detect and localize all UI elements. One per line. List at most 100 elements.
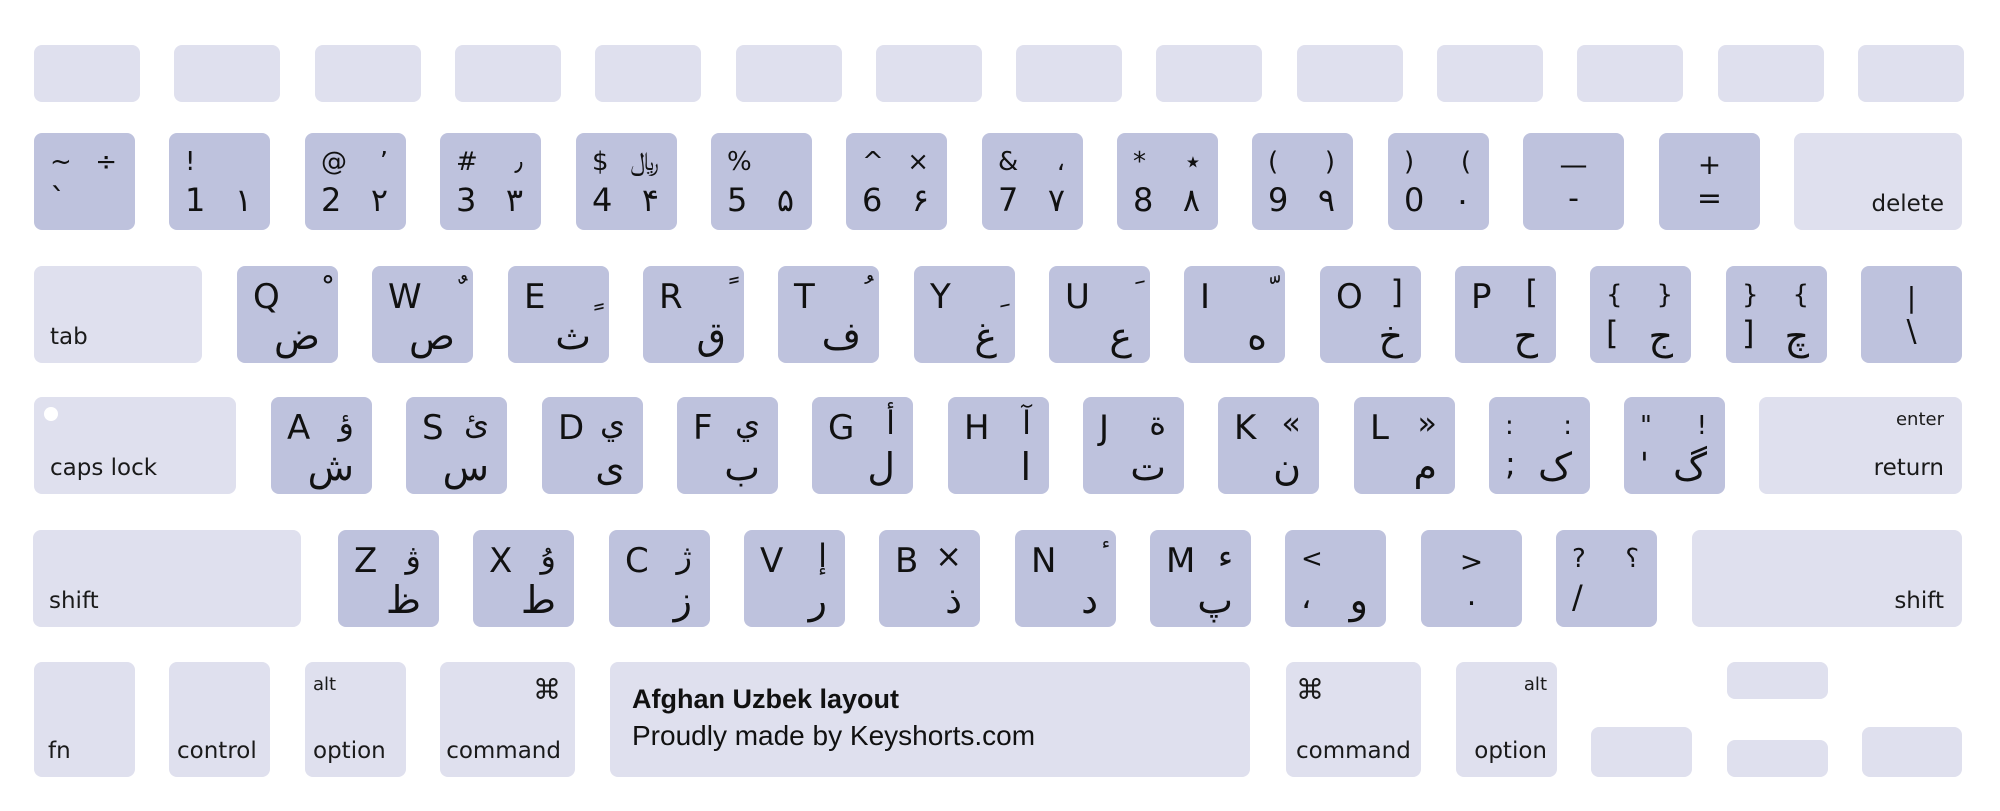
command-label: command [1296, 738, 1411, 764]
right-command-key[interactable]: ⌘ command [1286, 662, 1421, 777]
base-symbol: 3 [456, 181, 477, 219]
control-key[interactable]: control [169, 662, 270, 777]
letter-key[interactable]: ::; ک [1489, 397, 1590, 494]
letter-key[interactable]: Qْض [237, 266, 338, 363]
number-key[interactable]: @ ٬ 2 ۲ [305, 133, 406, 230]
left-command-key[interactable]: ⌘ command [440, 662, 575, 777]
letter-key[interactable]: Gأل [812, 397, 913, 494]
function-key[interactable] [1016, 45, 1122, 102]
letter-key[interactable]: Vإر [744, 530, 845, 627]
letter-key[interactable]: P [ح [1455, 266, 1556, 363]
latin-letter: O [1336, 277, 1363, 317]
letter-key[interactable]: L » م [1354, 397, 1455, 494]
letter-key[interactable]: Zۋظ [338, 530, 439, 627]
alt-base-symbol: ۱ [234, 181, 252, 219]
letter-key[interactable]: Rًق [643, 266, 744, 363]
letter-key[interactable]: Xۇط [473, 530, 574, 627]
number-key[interactable]: ^ × 6 ۶ [846, 133, 947, 230]
function-key[interactable] [315, 45, 421, 102]
arrow-left-key[interactable] [1591, 727, 1692, 777]
shift-symbol: — [1559, 148, 1588, 181]
number-key[interactable]: $ ﷼ 4 ۴ [576, 133, 677, 230]
letter-key[interactable]: Wٌص [372, 266, 473, 363]
number-key[interactable]: ~ ÷ ` [34, 133, 135, 230]
letter-key[interactable]: Yِغ [914, 266, 1015, 363]
shift-symbol: ^ [862, 147, 884, 177]
fn-key[interactable]: fn [34, 662, 135, 777]
tab-key[interactable]: tab [34, 266, 202, 363]
arrow-up-key[interactable] [1727, 662, 1828, 699]
right-option-key[interactable]: alt option [1456, 662, 1557, 777]
letter-key[interactable]: Nٔد [1015, 530, 1116, 627]
function-key[interactable] [1577, 45, 1683, 102]
letter-key[interactable]: Uَع [1049, 266, 1150, 363]
base-symbol: ` [50, 181, 66, 219]
number-key[interactable]: ) (0 ۰ [1388, 133, 1489, 230]
return-key[interactable]: enter return [1759, 397, 1962, 494]
alt-base-symbol: ب [724, 445, 760, 489]
letter-key[interactable]: } {] چ [1726, 266, 1827, 363]
letter-key[interactable]: O] خ [1320, 266, 1421, 363]
alt-shift-symbol: ٫ [514, 147, 523, 177]
left-option-key[interactable]: alt option [305, 662, 406, 777]
letter-key[interactable]: B × ذ [879, 530, 980, 627]
function-key[interactable] [1297, 45, 1403, 102]
alt-base-symbol: ۵ [776, 181, 794, 219]
letter-key[interactable]: Cژز [609, 530, 710, 627]
right-shift-key[interactable]: shift [1692, 530, 1962, 627]
letter-key[interactable]: < ، و [1285, 530, 1386, 627]
alt-base-symbol: ض [274, 314, 320, 358]
letter-key[interactable]: | \ [1861, 266, 1962, 363]
base-symbol: [ [1606, 314, 1619, 352]
letter-key[interactable]: J ةت [1083, 397, 1184, 494]
letter-key[interactable]: Tُف [778, 266, 879, 363]
letter-key[interactable]: >. [1421, 530, 1522, 627]
letter-key[interactable]: Dيی [542, 397, 643, 494]
number-key[interactable]: — - [1523, 133, 1624, 230]
function-key[interactable] [174, 45, 280, 102]
alt-shift-symbol: : [1563, 411, 1572, 441]
number-key[interactable]: # ٫ 3 ۳ [440, 133, 541, 230]
letter-key[interactable]: Eٍث [508, 266, 609, 363]
arrow-down-key[interactable] [1727, 740, 1828, 777]
alt-base-symbol: ز [673, 578, 692, 622]
letter-key[interactable]: "! ' گ [1624, 397, 1725, 494]
letter-key[interactable]: Mءپ [1150, 530, 1251, 627]
number-key[interactable]: % 5 ۵ [711, 133, 812, 230]
number-key[interactable]: () 9 ۹ [1252, 133, 1353, 230]
base-symbol: ; [1505, 445, 1516, 483]
letter-key[interactable]: {} [ج [1590, 266, 1691, 363]
letter-key[interactable]: Fيب [677, 397, 778, 494]
number-key[interactable]: * ٭ 8 ۸ [1117, 133, 1218, 230]
number-key[interactable]: ! 1 ۱ [169, 133, 270, 230]
letter-key[interactable]: Hآا [948, 397, 1049, 494]
function-key[interactable] [1858, 45, 1964, 102]
function-key[interactable] [1718, 45, 1824, 102]
function-key[interactable] [736, 45, 842, 102]
shift-symbol: $ [592, 147, 609, 177]
alt-base-symbol: ۶ [911, 181, 929, 219]
arrow-right-key[interactable] [1862, 727, 1962, 777]
function-key[interactable] [1437, 45, 1543, 102]
number-key[interactable]: & ، 7 ۷ [982, 133, 1083, 230]
caps-lock-key[interactable]: caps lock [34, 397, 236, 494]
latin-letter: T [794, 277, 815, 317]
delete-key[interactable]: delete [1794, 133, 1962, 230]
letter-key[interactable]: Aؤش [271, 397, 372, 494]
alt-shift-symbol: ﷼ [630, 147, 659, 177]
letter-key[interactable]: Sئس [406, 397, 507, 494]
function-key[interactable] [34, 45, 140, 102]
latin-letter: V [760, 541, 784, 581]
function-key[interactable] [595, 45, 701, 102]
letter-key[interactable]: ? ؟ / [1556, 530, 1657, 627]
letter-key[interactable]: Iّه [1184, 266, 1285, 363]
left-shift-key[interactable]: shift [33, 530, 301, 627]
function-key[interactable] [876, 45, 982, 102]
alt-base-symbol: خ [1378, 314, 1403, 358]
letter-key[interactable]: K «ن [1218, 397, 1319, 494]
number-key[interactable]: + = [1659, 133, 1760, 230]
alt-base-symbol: ج [1648, 314, 1673, 358]
spacebar[interactable]: Afghan Uzbek layout Proudly made by Keysh… [610, 662, 1250, 777]
function-key[interactable] [1156, 45, 1262, 102]
function-key[interactable] [455, 45, 561, 102]
